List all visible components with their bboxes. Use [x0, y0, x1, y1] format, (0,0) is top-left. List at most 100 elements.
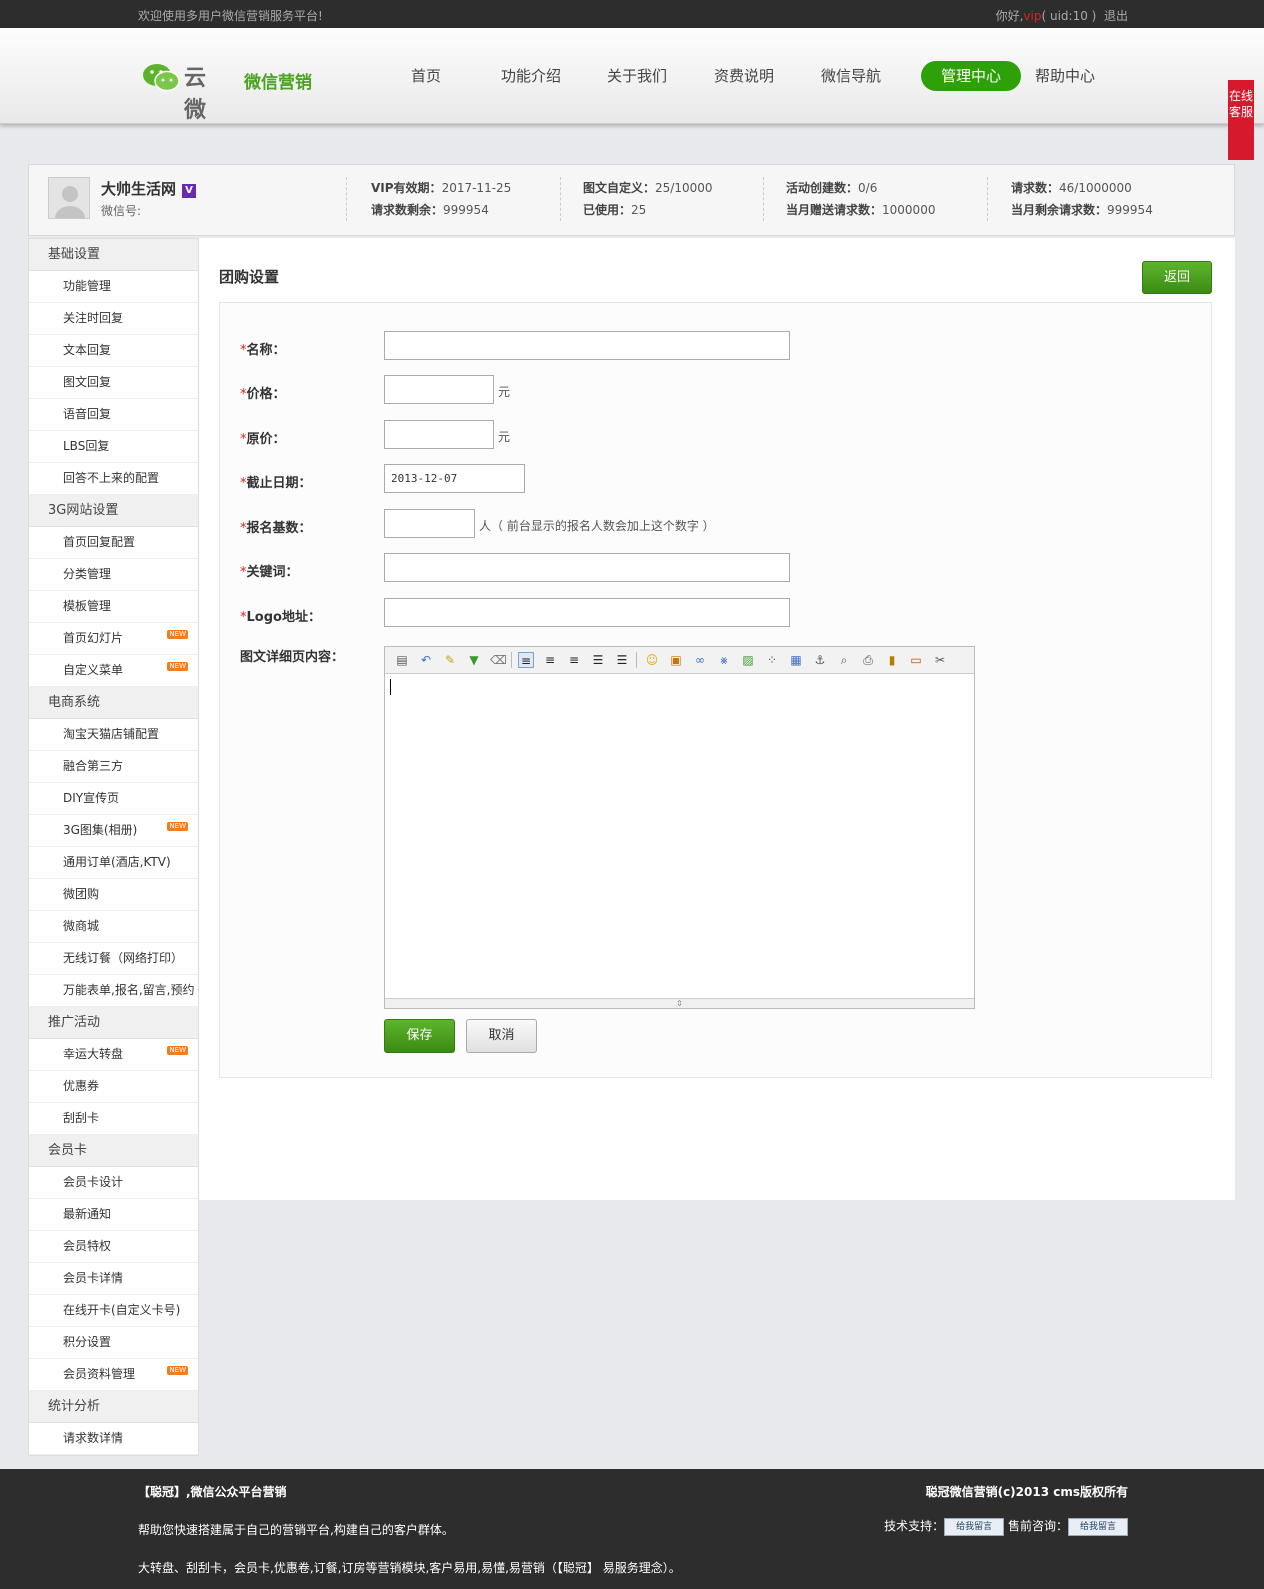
logo-url-input[interactable] — [384, 598, 790, 627]
undo-icon[interactable]: ↶ — [418, 652, 434, 668]
sidebar-item[interactable]: 微商城 — [29, 911, 198, 943]
sidebar-item[interactable]: 会员资料管理 NEW — [29, 1359, 198, 1391]
template-icon[interactable]: ▮ — [884, 652, 900, 668]
online-service-button[interactable]: 在线客服 — [1228, 80, 1254, 160]
deadline-input[interactable]: 2013-12-07 — [384, 464, 525, 493]
sidebar-group-header[interactable]: 会员卡 — [29, 1135, 198, 1167]
sidebar-item-label: 微商城 — [63, 919, 100, 933]
sidebar-item[interactable]: 关注时回复 — [29, 303, 198, 335]
unlink-icon[interactable]: ⨳ — [716, 652, 732, 668]
insert-image-icon[interactable]: ▣ — [668, 652, 684, 668]
save-button[interactable]: 保存 — [384, 1019, 455, 1053]
nav-admin[interactable]: 管理中心 — [921, 61, 1021, 91]
image-icon[interactable]: ▨ — [740, 652, 756, 668]
monthly-remaining: 当月剩余请求数：999954 — [1011, 201, 1153, 218]
sidebar-item[interactable]: 图文回复 — [29, 367, 198, 399]
source-icon[interactable]: ▤ — [394, 652, 410, 668]
new-badge: NEW — [167, 822, 188, 831]
sidebar-item-label: 会员资料管理 — [63, 1367, 136, 1381]
sidebar-item[interactable]: 请求数详情 — [29, 1423, 198, 1455]
format-icon[interactable]: ▼ — [466, 652, 482, 668]
sidebar-item[interactable]: 幸运大转盘 NEW — [29, 1039, 198, 1071]
cut-icon[interactable]: ✂ — [932, 652, 948, 668]
nav-pricing[interactable]: 资费说明 — [694, 61, 794, 91]
sidebar-item[interactable]: 分类管理 — [29, 559, 198, 591]
sidebar-item[interactable]: 优惠券 — [29, 1071, 198, 1103]
sidebar-item[interactable]: 模板管理 — [29, 591, 198, 623]
special-char-icon[interactable]: ⁘ — [764, 652, 780, 668]
print-icon[interactable]: ⎙ — [860, 652, 876, 668]
nav-home[interactable]: 首页 — [376, 61, 476, 91]
sidebar-item[interactable]: 无线订餐（网络打印） — [29, 943, 198, 975]
presale-label: 售前咨询： — [1007, 1519, 1068, 1533]
custom-articles: 图文自定义：25/10000 — [583, 179, 713, 196]
sidebar-item[interactable]: 会员卡详情 — [29, 1263, 198, 1295]
deadline-label: *截止日期： — [240, 472, 312, 491]
sidebar-group-header[interactable]: 电商系统 — [29, 687, 198, 719]
sidebar-item[interactable]: 语音回复 — [29, 399, 198, 431]
editor-content-area[interactable] — [385, 674, 974, 998]
back-button[interactable]: 返回 — [1142, 261, 1212, 294]
nav-wechat-guide[interactable]: 微信导航 — [801, 61, 901, 91]
logout-link[interactable]: 退出 — [1104, 9, 1128, 23]
sidebar-item-label: 首页回复配置 — [63, 535, 136, 549]
code-icon[interactable]: ▭ — [908, 652, 924, 668]
nav-help[interactable]: 帮助中心 — [1015, 61, 1115, 91]
nav-features[interactable]: 功能介绍 — [481, 61, 581, 91]
sidebar-item[interactable]: 首页幻灯片 NEW — [29, 623, 198, 655]
name-input[interactable] — [384, 331, 790, 360]
sidebar-item[interactable]: 自定义菜单 NEW — [29, 655, 198, 687]
sidebar-item[interactable]: 文本回复 — [29, 335, 198, 367]
sidebar-item[interactable]: DIY宣传页 — [29, 783, 198, 815]
sidebar-item[interactable]: 会员卡设计 — [29, 1167, 198, 1199]
sidebar-item[interactable]: 首页回复配置 — [29, 527, 198, 559]
sidebar-item-label: 文本回复 — [63, 343, 112, 357]
vip-expiry-value: 2017-11-25 — [441, 181, 512, 195]
username-link[interactable]: vip — [1023, 9, 1041, 23]
eraser-icon[interactable]: ⌫ — [490, 652, 507, 668]
footer-contact: 技术支持： 给我留言 售前咨询： 给我留言 — [884, 1517, 1128, 1536]
sidebar-item[interactable]: 功能管理 — [29, 271, 198, 303]
price-label-text: 价格： — [246, 387, 286, 402]
brush-icon[interactable]: ✎ — [442, 652, 458, 668]
nav-about[interactable]: 关于我们 — [587, 61, 687, 91]
anchor-icon[interactable]: ⚓ — [812, 652, 828, 668]
sidebar-item-label: 万能表单,报名,留言,预约 — [63, 983, 195, 997]
align-left-icon[interactable]: ≡ — [518, 652, 534, 668]
signup-base-hint: 人（ 前台显示的报名人数会加上这个数字 ） — [479, 519, 715, 533]
sidebar-item[interactable]: 融合第三方 — [29, 751, 198, 783]
sidebar-group-header[interactable]: 3G网站设置 — [29, 495, 198, 527]
sidebar-item[interactable]: 回答不上来的配置 — [29, 463, 198, 495]
emoticon-icon[interactable]: ☺ — [644, 652, 660, 668]
editor-resize-handle[interactable]: ⇕ — [385, 998, 974, 1008]
sidebar-item[interactable]: 积分设置 — [29, 1327, 198, 1359]
preview-icon[interactable]: ⌕ — [836, 652, 852, 668]
sidebar-item[interactable]: 刮刮卡 — [29, 1103, 198, 1135]
table-icon[interactable]: ▦ — [788, 652, 804, 668]
align-right-icon[interactable]: ≡ — [566, 652, 582, 668]
sidebar-item[interactable]: 淘宝天猫店铺配置 — [29, 719, 198, 751]
ordered-list-icon[interactable]: ☰ — [590, 652, 606, 668]
sidebar-item[interactable]: 通用订单(酒店,KTV) — [29, 847, 198, 879]
cancel-button[interactable]: 取消 — [466, 1019, 537, 1053]
sidebar-group-header[interactable]: 统计分析 — [29, 1391, 198, 1423]
sidebar-group-header[interactable]: 推广活动 — [29, 1007, 198, 1039]
sidebar-item[interactable]: 会员特权 — [29, 1231, 198, 1263]
keyword-input[interactable] — [384, 553, 790, 582]
sidebar-item[interactable]: 微团购 — [29, 879, 198, 911]
link-icon[interactable]: ∞ — [692, 652, 708, 668]
sidebar-item[interactable]: LBS回复 — [29, 431, 198, 463]
requests-remaining-value: 999954 — [443, 203, 489, 217]
sidebar-item[interactable]: 最新通知 — [29, 1199, 198, 1231]
unordered-list-icon[interactable]: ☰ — [614, 652, 630, 668]
sidebar-item[interactable]: 3G图集(相册) NEW — [29, 815, 198, 847]
align-center-icon[interactable]: ≡ — [542, 652, 558, 668]
presale-message-button[interactable]: 给我留言 — [1068, 1517, 1128, 1536]
sidebar-item[interactable]: 在线开卡(自定义卡号) — [29, 1295, 198, 1327]
tech-support-message-button[interactable]: 给我留言 — [944, 1517, 1005, 1536]
sidebar-group-header[interactable]: 基础设置 — [29, 239, 198, 271]
original-price-input[interactable] — [384, 420, 494, 449]
signup-base-input[interactable] — [384, 509, 475, 538]
sidebar-item[interactable]: 万能表单,报名,留言,预约 — [29, 975, 198, 1007]
price-input[interactable] — [384, 375, 494, 404]
